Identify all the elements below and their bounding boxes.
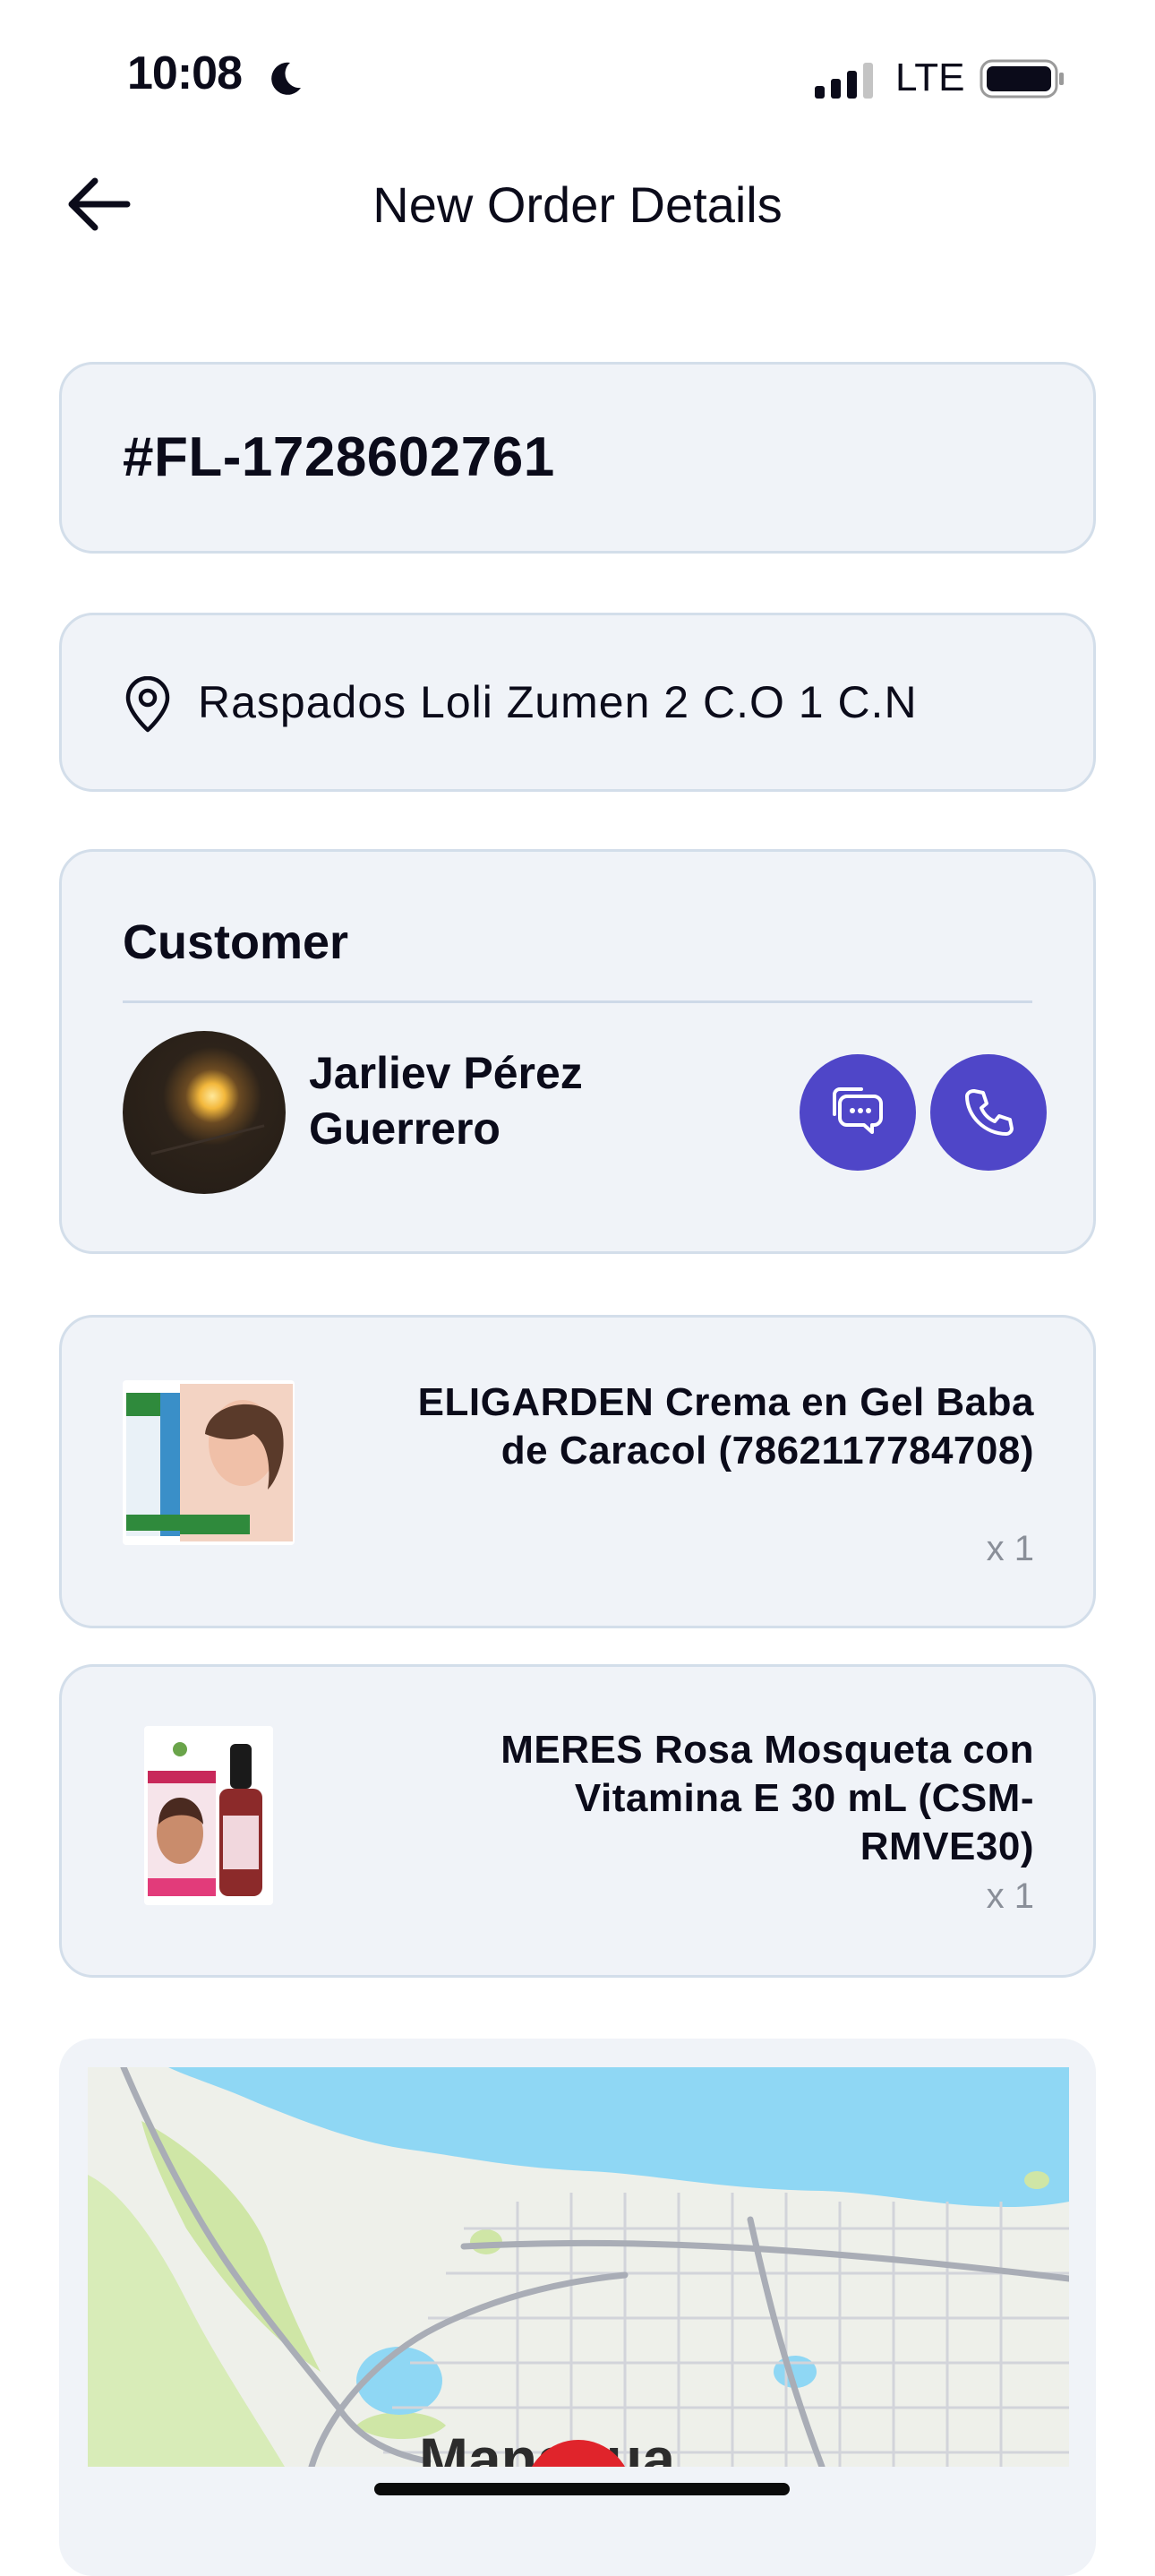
chat-button[interactable]: [800, 1054, 916, 1171]
battery-icon: [980, 59, 1064, 99]
map-card: Managua: [59, 2039, 1096, 2576]
divider: [123, 1000, 1032, 1003]
order-id: #FL-1728602761: [123, 426, 555, 488]
network-label: LTE: [895, 56, 965, 99]
product-quantity: x 1: [986, 1876, 1034, 1916]
home-indicator[interactable]: [374, 2483, 790, 2495]
back-arrow-icon[interactable]: [63, 176, 134, 233]
status-time: 10:08: [127, 47, 243, 99]
address-card: Raspados Loli Zumen 2 C.O 1 C.N: [59, 613, 1096, 792]
product-item[interactable]: MERES Rosa Mosqueta con Vitamina E 30 mL…: [59, 1664, 1096, 1978]
product-quantity: x 1: [986, 1529, 1034, 1568]
customer-avatar: [123, 1031, 286, 1194]
location-pin-icon: [125, 676, 170, 733]
product-image: [144, 1726, 273, 1905]
phone-icon: [965, 1089, 1014, 1136]
delivery-map[interactable]: Managua: [88, 2067, 1069, 2467]
customer-card: Customer Jarliev Pérez Guerrero: [59, 849, 1096, 1254]
product-item[interactable]: ELIGARDEN Crema en Gel Baba de Caracol (…: [59, 1315, 1096, 1628]
call-button[interactable]: [930, 1054, 1047, 1171]
delivery-address: Raspados Loli Zumen 2 C.O 1 C.N: [198, 677, 918, 727]
page-title: New Order Details: [372, 176, 783, 233]
customer-section-title: Customer: [123, 915, 349, 969]
customer-name: Jarliev Pérez Guerrero: [309, 1048, 583, 1154]
product-name: ELIGARDEN Crema en Gel Baba de Caracol (…: [417, 1380, 1034, 1473]
moon-icon: [271, 62, 301, 95]
order-id-card: #FL-1728602761: [59, 362, 1096, 554]
map-graphic: Managua: [88, 2067, 1069, 2467]
signal-icon: [815, 63, 873, 99]
chat-bubbles-icon: [833, 1087, 883, 1134]
product-name: MERES Rosa Mosqueta con Vitamina E 30 mL…: [500, 1728, 1034, 1868]
product-image: [123, 1380, 295, 1545]
